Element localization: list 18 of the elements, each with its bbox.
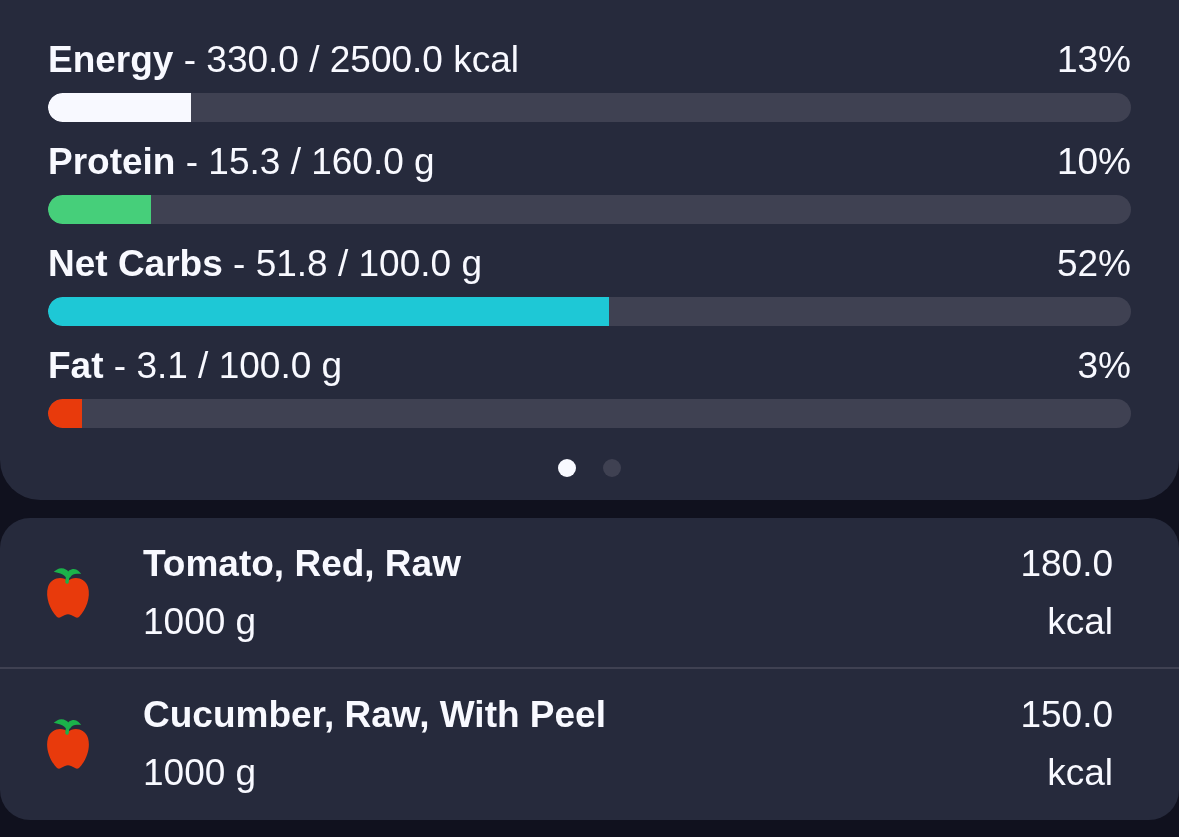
- nutrient-percent: 13%: [1056, 38, 1131, 82]
- food-quantity: 1000 g: [143, 750, 258, 795]
- food-name: Tomato, Red, Raw: [143, 541, 461, 586]
- nutrient-percent: 52%: [1056, 242, 1131, 286]
- calorie-unit: kcal: [1047, 750, 1113, 795]
- food-name: Cucumber, Raw, With Peel: [143, 692, 606, 737]
- nutrient-label: Protein - 15.3 / 160.0 g: [48, 140, 435, 184]
- nutrient-percent: 10%: [1056, 140, 1131, 184]
- nutrient-label: Net Carbs - 51.8 / 100.0 g: [48, 242, 482, 286]
- calorie-unit: kcal: [1047, 599, 1113, 644]
- food-quantity: 1000 g: [143, 599, 258, 644]
- apple-icon: [45, 566, 91, 619]
- nutrient-label: Energy - 330.0 / 2500.0 kcal: [48, 38, 519, 82]
- nutrient-percent: 3%: [1077, 344, 1131, 388]
- food-calories: 180.0: [1020, 541, 1113, 586]
- nutrient-label: Fat - 3.1 / 100.0 g: [48, 344, 343, 388]
- food-calories: 150.0: [1020, 692, 1113, 737]
- apple-icon: [45, 717, 91, 770]
